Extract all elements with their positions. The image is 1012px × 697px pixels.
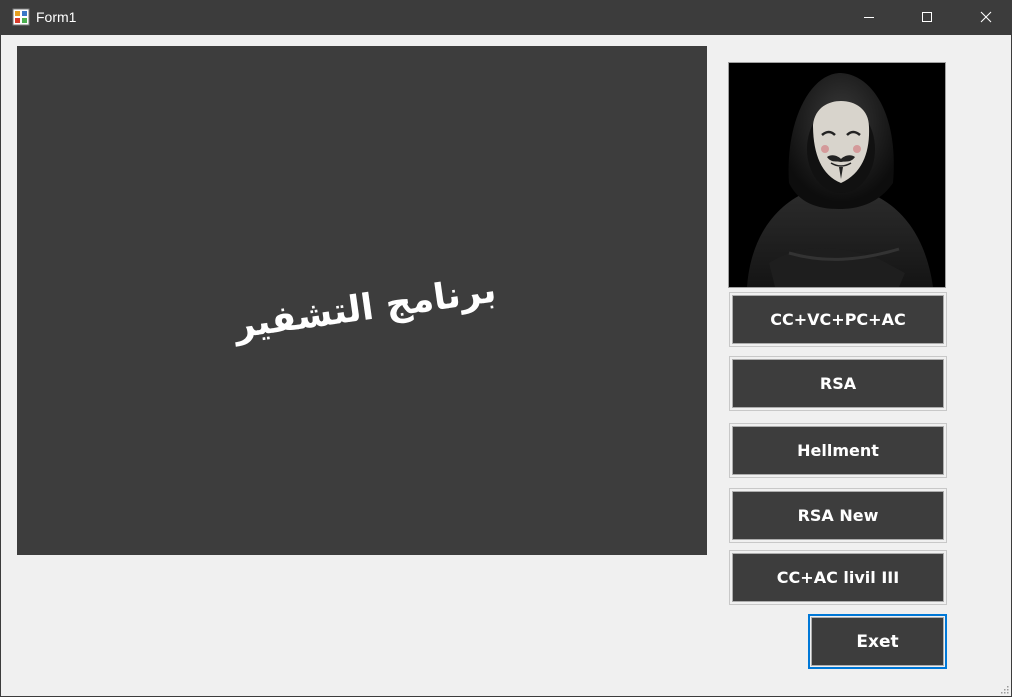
resize-grip-icon[interactable]: [999, 684, 1009, 694]
hellment-button[interactable]: Hellment: [729, 423, 947, 478]
anonymous-mask-image: [729, 63, 945, 287]
app-icon: [12, 8, 30, 26]
window-border-left: [0, 35, 1, 697]
profile-picture: [728, 62, 946, 288]
cc-ac-level-3-button[interactable]: CC+AC livil III: [729, 550, 947, 605]
exit-label: Exet: [811, 617, 944, 666]
cc-ac-level-3-label: CC+AC livil III: [732, 553, 944, 602]
close-icon: [980, 11, 992, 22]
window-title: Form1: [36, 9, 77, 25]
exit-button[interactable]: Exet: [808, 614, 947, 669]
close-button[interactable]: [957, 0, 1012, 33]
rsa-button[interactable]: RSA: [729, 356, 947, 411]
title-bar[interactable]: Form1: [0, 0, 1012, 35]
cc-vc-pc-ac-button[interactable]: CC+VC+PC+AC: [729, 292, 947, 347]
rsa-new-button[interactable]: RSA New: [729, 488, 947, 543]
cc-vc-pc-ac-label: CC+VC+PC+AC: [732, 295, 944, 344]
minimize-button[interactable]: [840, 0, 898, 33]
program-title: برنامج التشفير: [231, 269, 499, 347]
rsa-label: RSA: [732, 359, 944, 408]
rsa-new-label: RSA New: [732, 491, 944, 540]
hellment-label: Hellment: [732, 426, 944, 475]
maximize-button[interactable]: [898, 0, 956, 33]
maximize-icon: [922, 11, 932, 22]
minimize-icon: [864, 16, 874, 18]
main-panel: برنامج التشفير: [17, 46, 707, 555]
